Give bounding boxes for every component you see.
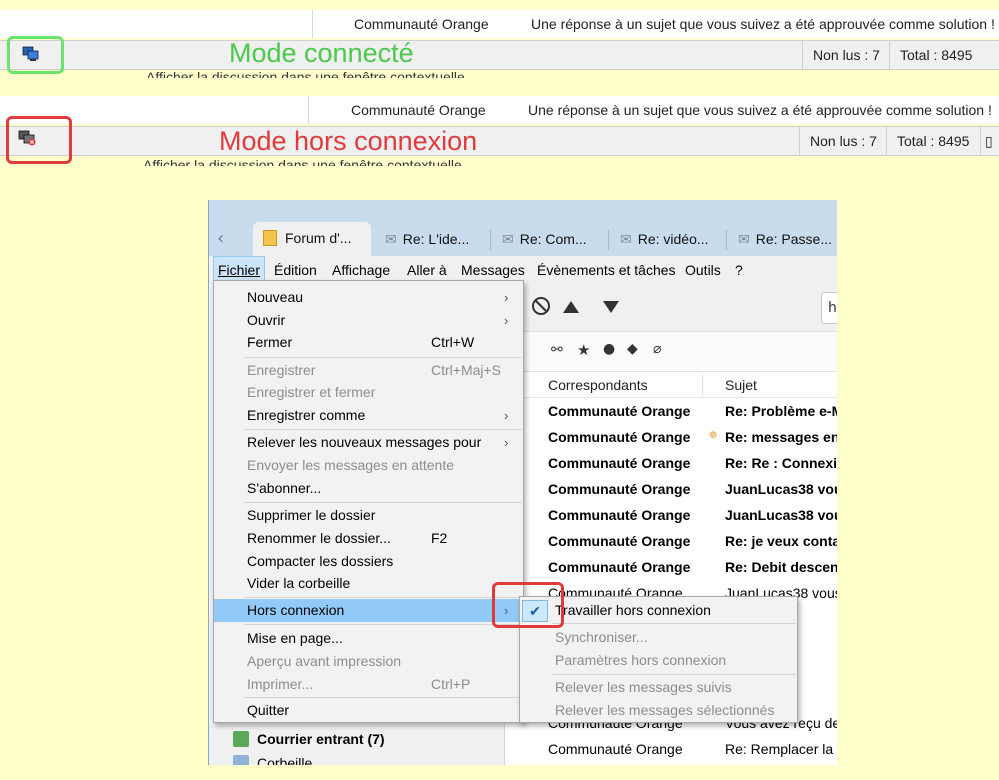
menu-enregistrer: Enregistrer Ctrl+Maj+S <box>247 362 502 378</box>
chevron-right-icon: › <box>504 408 509 423</box>
menu-hors-connexion[interactable]: Hors connexion › <box>214 599 523 622</box>
attachment-icon[interactable]: ⌀ <box>653 341 661 357</box>
menu-imprimer: Imprimer... Ctrl+P <box>247 676 471 692</box>
menu-synchroniser: Synchroniser... <box>555 629 648 645</box>
menu-abonner[interactable]: S'abonner... <box>214 477 523 500</box>
menu-mise-en-page[interactable]: Mise en page... <box>214 627 523 650</box>
chevron-right-icon: › <box>504 290 509 305</box>
search-input[interactable]: h <box>821 292 837 324</box>
menu-parametres-hors-connexion: Paramètres hors connexion <box>555 652 727 668</box>
file-menu-dropdown: Nouveau › Ouvrir › Fermer Ctrl+W Enregistre… <box>213 280 524 723</box>
menu-relever-suivis: Relever les messages suivis <box>555 679 732 695</box>
status-bar: Non lus : 7 Total : 8495 ▯ <box>0 126 999 156</box>
message-row[interactable]: Communauté Orange Re: Problème e-M <box>505 398 837 424</box>
total-count: Total : 8495 <box>886 127 979 155</box>
menu-apercu: Aperçu avant impression <box>247 653 402 669</box>
tab-message-3[interactable]: ✉ Re: vidéo... <box>620 226 709 252</box>
message-subject: Une réponse à un sujet que vous suivez a… <box>528 102 992 118</box>
status-strip-offline: Communauté Orange Une réponse à un sujet… <box>0 96 999 166</box>
message-list-header: Correspondants Sujet <box>505 372 837 398</box>
envelope-icon: ✉ <box>620 231 632 247</box>
menu-evenements[interactable]: Évènements et tâches <box>537 256 676 284</box>
message-row-top[interactable]: Communauté Orange Une réponse à un sujet… <box>0 10 999 38</box>
message-row[interactable]: Communauté Orange Re: Re : Connexio <box>505 450 837 476</box>
contact-icon[interactable]: ● <box>603 341 615 357</box>
message-row[interactable]: Communauté Orange JuanLucas38 vou <box>505 476 837 502</box>
main-toolbar <box>509 284 837 332</box>
menu-supprimer-dossier[interactable]: Supprimer le dossier <box>214 504 523 527</box>
menu-outils[interactable]: Outils <box>685 256 721 284</box>
menu-relever[interactable]: Relever les nouveaux messages pour › <box>214 431 523 454</box>
context-menu-ghost-text: Afficher la discussion dans une fenêtre … <box>143 157 462 166</box>
status-bar: Non lus : 7 Total : 8495 <box>0 40 999 70</box>
arrow-up-icon[interactable] <box>562 299 580 315</box>
highlight-online-icon <box>7 36 64 74</box>
menu-nouveau[interactable]: Nouveau › <box>214 286 523 309</box>
thread-icon[interactable]: ⚯ <box>551 342 563 358</box>
tab-scroll-left-icon[interactable]: ‹ <box>217 228 224 249</box>
folder-trash[interactable]: Corbeille <box>233 752 312 765</box>
menu-enregistrer-fermer: Enregistrer et fermer <box>247 384 376 400</box>
tab-message-1[interactable]: ✉ Re: L'ide... <box>385 226 469 252</box>
tab-message-2[interactable]: ✉ Re: Com... <box>502 226 587 252</box>
chevron-right-icon: › <box>504 435 509 450</box>
tab-message-4[interactable]: ✉ Re: Passe... <box>738 226 832 252</box>
column-sujet[interactable]: Sujet <box>725 372 757 398</box>
context-menu-ghost-text: Afficher la discussion dans une fenêtre … <box>146 69 465 78</box>
quick-filter-bar: ⚯ ★ ● ◆ ⌀ <box>505 332 837 372</box>
message-row[interactable]: Communauté Orange Re: Remplacer la l <box>505 736 837 762</box>
tab-bar: ‹ Forum d'... ✉ Re: L'ide... ✉ Re: Com... … <box>209 200 837 256</box>
envelope-icon: ✉ <box>502 231 514 247</box>
sparkle-icon: ✵ <box>708 428 719 442</box>
highlight-offline-check <box>492 582 564 628</box>
folder-icon <box>263 230 277 246</box>
highlight-offline-icon <box>6 116 72 164</box>
message-row[interactable]: Communauté Orange JuanLucas38 vou <box>505 502 837 528</box>
mode-offline-label: Mode hors connexion <box>219 126 478 156</box>
message-sender: Communauté Orange <box>351 102 486 118</box>
tab-forum[interactable]: Forum d'... <box>253 222 371 256</box>
message-row[interactable]: Communauté Orange ✵ Re: messages ent <box>505 424 837 450</box>
message-row[interactable]: Communauté Orange Re: Debit descenc <box>505 554 837 580</box>
message-row-top[interactable]: Communauté Orange Une réponse à un sujet… <box>0 96 999 124</box>
column-correspondants[interactable]: Correspondants <box>548 372 648 398</box>
message-sender: Communauté Orange <box>354 16 489 32</box>
trash-icon <box>233 755 249 765</box>
status-strip-connected: Communauté Orange Une réponse à un sujet… <box>0 10 999 78</box>
envelope-icon: ✉ <box>385 231 397 247</box>
menu-aide[interactable]: ? <box>735 256 743 284</box>
calendar-icon[interactable]: ▯ <box>980 127 997 155</box>
menu-renommer-dossier[interactable]: Renommer le dossier... F2 <box>214 527 523 550</box>
chevron-right-icon: › <box>504 313 509 328</box>
message-subject: Une réponse à un sujet que vous suivez a… <box>531 16 995 32</box>
menu-compacter[interactable]: Compacter les dossiers <box>214 550 523 573</box>
menu-envoyer: Envoyer les messages en attente <box>247 457 455 473</box>
menu-enregistrer-comme[interactable]: Enregistrer comme › <box>214 404 523 427</box>
menu-vider-corbeille[interactable]: Vider la corbeille <box>214 572 523 595</box>
unread-count: Non lus : 7 <box>802 41 890 69</box>
folder-inbox[interactable]: Courrier entrant (7) <box>233 728 385 750</box>
envelope-icon: ✉ <box>738 231 750 247</box>
star-icon[interactable]: ★ <box>577 341 590 359</box>
menu-ouvrir[interactable]: Ouvrir › <box>214 309 523 332</box>
total-count: Total : 8495 <box>889 41 982 69</box>
menu-relever-selection: Relever les messages sélectionnés <box>555 702 775 718</box>
mode-connected-label: Mode connecté <box>229 38 414 68</box>
menu-quitter[interactable]: Quitter <box>214 699 523 722</box>
menu-fermer[interactable]: Fermer Ctrl+W <box>214 331 523 354</box>
junk-icon[interactable] <box>531 296 551 316</box>
unread-count: Non lus : 7 <box>799 127 887 155</box>
tag-icon[interactable]: ◆ <box>627 341 638 357</box>
arrow-down-icon[interactable] <box>602 299 620 315</box>
inbox-icon <box>233 731 249 747</box>
message-row[interactable]: Communauté Orange Re: je veux conta <box>505 528 837 554</box>
